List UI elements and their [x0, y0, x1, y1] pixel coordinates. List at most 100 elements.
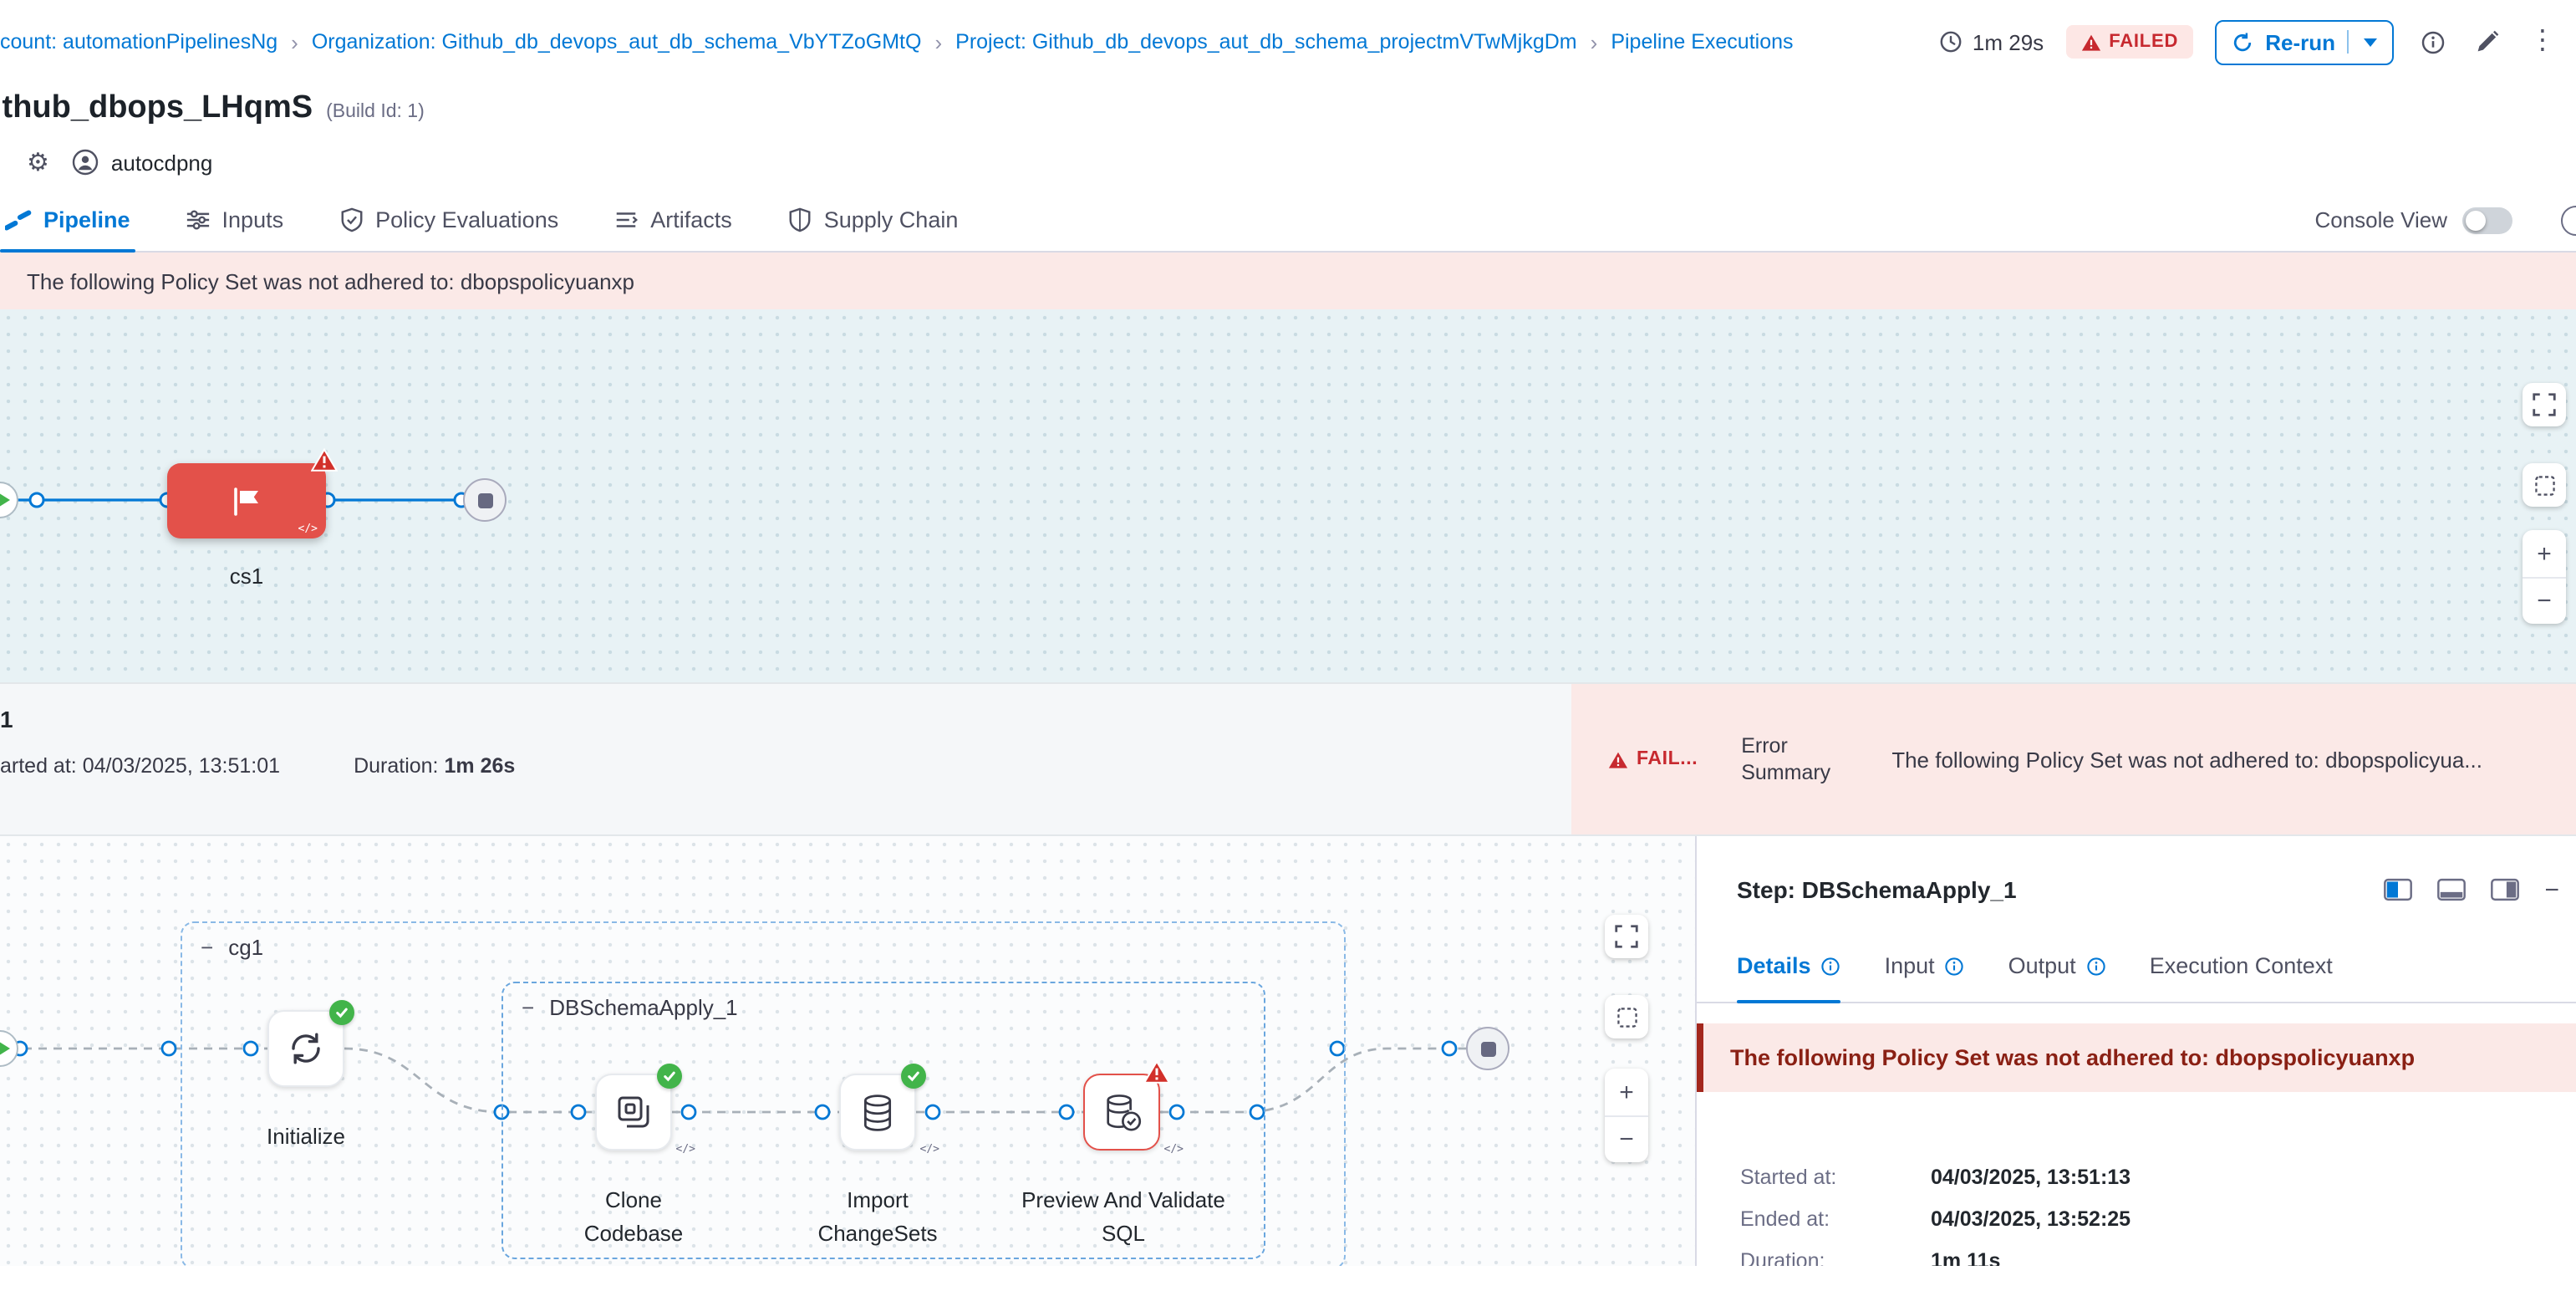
execution-start-node[interactable] — [0, 1030, 18, 1067]
console-view-control: Console View — [2314, 207, 2576, 233]
detail-value: 04/03/2025, 13:52:25 — [1931, 1207, 2131, 1231]
collapse-icon[interactable]: − — [201, 936, 213, 958]
tab-label: Output — [2008, 953, 2076, 978]
tab-label: Details — [1737, 953, 1811, 978]
shield-icon — [787, 207, 812, 232]
clone-icon — [613, 1092, 654, 1132]
caret-down-icon — [2364, 38, 2377, 46]
zoom-out-button[interactable]: − — [1605, 1115, 1648, 1162]
error-summary-label: Error Summary — [1741, 732, 1848, 786]
breadcrumb-organization[interactable]: Organization: Github_db_devops_aut_db_sc… — [312, 30, 922, 54]
step-node-initialize[interactable] — [267, 1010, 344, 1087]
expand-graph-button[interactable] — [1605, 915, 1648, 958]
step-label-clone-codebase: Clone Codebase — [567, 1184, 700, 1251]
panel-tab-input[interactable]: Input — [1885, 930, 1965, 1002]
panel-tab-execution-context[interactable]: Execution Context — [2150, 930, 2333, 1002]
edit-pencil-icon[interactable] — [2471, 25, 2504, 59]
breadcrumb-account[interactable]: count: automationPipelinesNg — [0, 30, 277, 54]
zoom-in-button[interactable]: + — [2523, 530, 2566, 577]
shield-check-icon — [339, 207, 364, 232]
stage-summary-bar: 1 arted at: 04/03/2025, 13:51:01 Duratio… — [0, 682, 2576, 834]
build-id: (Build Id: 1) — [326, 102, 425, 122]
code-icon: </> — [298, 522, 318, 535]
collapse-icon[interactable]: − — [522, 997, 534, 1018]
pipeline-stage-graph: </> cs1 + − — [0, 309, 2576, 682]
breadcrumb-project[interactable]: Project: Github_db_devops_aut_db_schema_… — [955, 30, 1576, 54]
step-node-clone-codebase[interactable]: </> — [595, 1074, 672, 1151]
tab-label: Inputs — [222, 207, 284, 232]
artifacts-icon — [613, 207, 639, 232]
step-detail-rows: Started at: 04/03/2025, 13:51:13 Ended a… — [1697, 1166, 2576, 1266]
pipeline-end-node — [463, 478, 507, 522]
info-icon[interactable] — [2416, 25, 2449, 59]
run-meta: 1m 29s FAILED Re-run — [1916, 19, 2559, 64]
info-icon — [1945, 956, 1965, 976]
tab-artifacts[interactable]: Artifacts — [608, 189, 737, 251]
step-error-message: The following Policy Set was not adhered… — [1697, 1023, 2576, 1092]
detail-value: 1m 11s — [1931, 1249, 2000, 1266]
console-view-label: Console View — [2314, 207, 2447, 232]
tab-inputs[interactable]: Inputs — [181, 189, 289, 251]
selection-tool-button[interactable] — [1605, 995, 1648, 1038]
run-duration: 1m 29s — [1939, 29, 2044, 54]
play-icon — [0, 1040, 9, 1057]
step-group-cg1-header: − cg1 — [201, 935, 263, 960]
detail-label: Duration: — [1740, 1249, 1931, 1266]
gear-icon[interactable]: ⚙ — [27, 150, 49, 175]
step-label-preview-validate-sql: Preview And Validate SQL — [1015, 1184, 1232, 1251]
avatar-icon — [73, 149, 99, 176]
button-divider — [2347, 30, 2349, 54]
layout-right-pane-icon[interactable] — [2491, 878, 2519, 901]
top-bar: count: automationPipelinesNg › Organizat… — [0, 0, 2576, 84]
layout-left-pane-icon[interactable] — [2384, 878, 2412, 901]
code-icon: </> — [676, 1142, 696, 1156]
breadcrumb: count: automationPipelinesNg › Organizat… — [0, 29, 1794, 54]
stage-name: 1 — [0, 706, 1555, 732]
warning-badge-icon — [1143, 1060, 1170, 1084]
started-label: arted at: — [0, 754, 77, 778]
run-duration-text: 1m 29s — [1973, 29, 2044, 54]
console-view-toggle[interactable] — [2462, 207, 2512, 233]
detail-value: 04/03/2025, 13:51:13 — [1931, 1166, 2131, 1189]
tab-label: Artifacts — [650, 207, 732, 232]
zoom-in-button[interactable]: + — [1605, 1069, 1648, 1115]
page-header: ithub_dbops_LHqmS (Build Id: 1) ⚙ autocd… — [0, 84, 2576, 176]
fail-chip-text: FAIL... — [1637, 749, 1698, 769]
step-group-dbschemaapply-header: − DBSchemaApply_1 — [522, 995, 738, 1020]
chevron-right-icon: › — [1591, 29, 1598, 54]
pipeline-icon — [5, 207, 32, 233]
rerun-label: Re-run — [2265, 29, 2335, 54]
pipeline-execution-page: count: automationPipelinesNg › Organizat… — [0, 0, 2576, 1291]
refresh-icon — [2232, 31, 2253, 53]
expand-graph-button[interactable] — [2523, 383, 2566, 426]
panel-tab-output[interactable]: Output — [2008, 930, 2106, 1002]
step-node-preview-validate-sql[interactable]: </> — [1083, 1074, 1160, 1151]
tab-policy-evaluations[interactable]: Policy Evaluations — [333, 189, 563, 251]
tab-label: Execution Context — [2150, 953, 2333, 978]
error-summary-text: The following Policy Set was not adhered… — [1891, 747, 2482, 772]
step-node-import-changesets[interactable]: </> — [839, 1074, 916, 1151]
tab-label: Pipeline — [43, 207, 130, 232]
warning-badge-icon — [311, 448, 338, 472]
panel-tab-details[interactable]: Details — [1737, 930, 1841, 1002]
pipeline-start-node[interactable] — [0, 482, 18, 518]
rerun-button[interactable]: Re-run — [2215, 19, 2394, 64]
triggered-by-user: autocdpng — [73, 149, 212, 176]
info-icon — [1821, 956, 1841, 976]
breadcrumb-pipeline-executions[interactable]: Pipeline Executions — [1611, 30, 1793, 54]
tab-pipeline[interactable]: Pipeline — [0, 189, 135, 251]
success-check-icon — [329, 1000, 354, 1025]
selection-tool-button[interactable] — [2523, 463, 2566, 507]
stage-info: 1 arted at: 04/03/2025, 13:51:01 Duratio… — [0, 684, 1571, 834]
layout-bottom-pane-icon[interactable] — [2437, 878, 2466, 901]
execution-end-node — [1466, 1027, 1509, 1070]
tab-supply-chain[interactable]: Supply Chain — [782, 189, 964, 251]
kebab-menu-icon[interactable]: ⋮ — [2526, 25, 2559, 59]
panel-tab-bar: Details Input Output — [1697, 930, 2576, 1003]
stage-node-cs1[interactable]: </> — [167, 463, 326, 538]
warning-icon — [2080, 33, 2100, 51]
step-execution-graph: − cg1 − DBSchemaApply_1 Initialize — [0, 836, 1695, 1266]
zoom-out-button[interactable]: − — [2523, 577, 2566, 624]
panel-header: Step: DBSchemaApply_1 − — [1697, 836, 2576, 903]
minimize-panel-icon[interactable]: − — [2544, 877, 2559, 902]
